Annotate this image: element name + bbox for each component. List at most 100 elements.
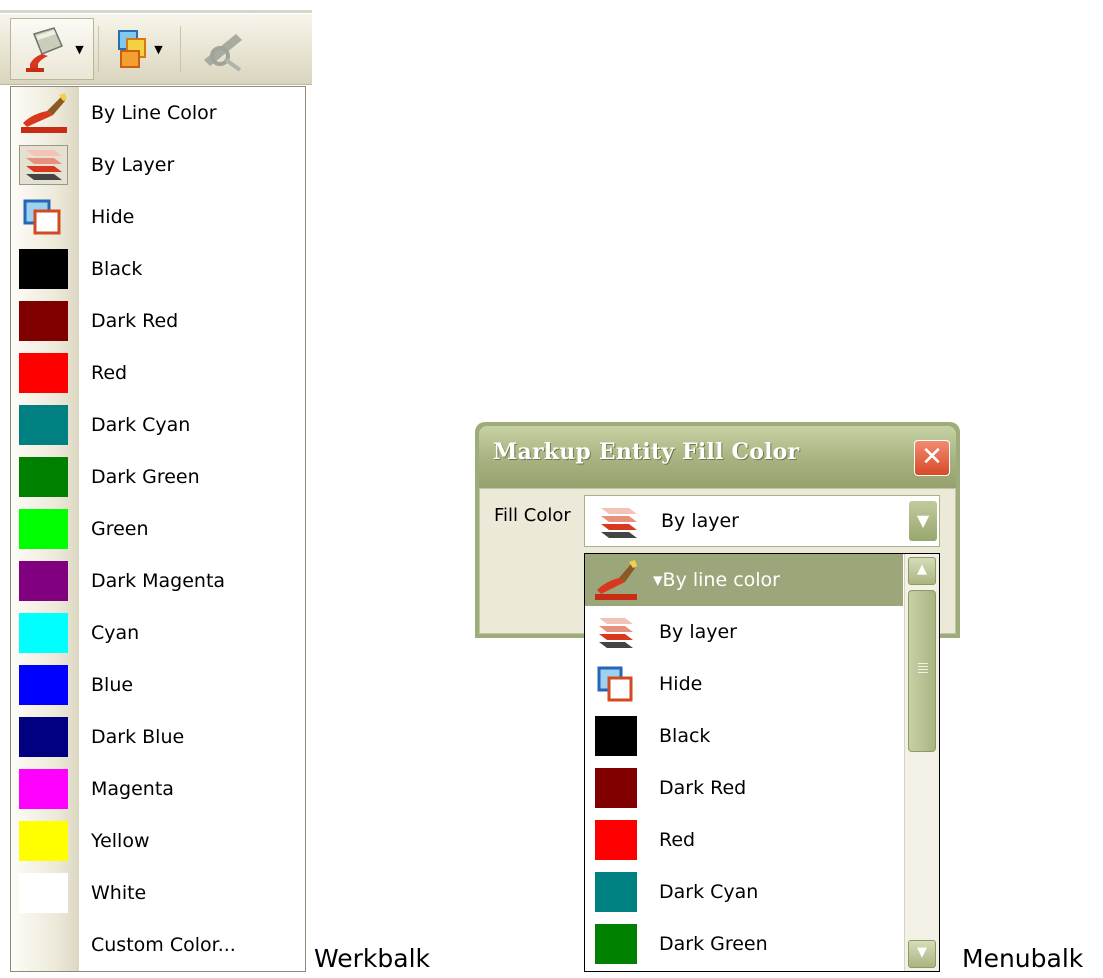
- menu-item-label: Dark Green: [91, 466, 200, 488]
- color-swatch: [19, 509, 68, 549]
- menu-item-label: Blue: [91, 674, 134, 696]
- menu-item-label: By Layer: [91, 154, 175, 176]
- list-item-label: Hide: [659, 673, 703, 695]
- chevron-up-icon: ▲: [917, 562, 927, 577]
- color-swatch: [595, 768, 637, 808]
- dialog-caption: Menubalk: [962, 944, 1084, 973]
- menu-item-blue[interactable]: Blue: [11, 659, 305, 711]
- menu-item-label: White: [91, 882, 147, 904]
- color-swatch: [19, 353, 68, 393]
- menu-item-yellow[interactable]: Yellow: [11, 815, 305, 867]
- combobox-dropdown-button[interactable]: ▼: [909, 501, 937, 541]
- fill-color-menu: By Line Color By Layer Hide Black Dark R…: [10, 86, 306, 972]
- chevron-down-icon: ▼: [154, 42, 163, 56]
- menu-item-label: Dark Cyan: [91, 414, 191, 436]
- color-swatch: [19, 561, 68, 601]
- layers-icon: [599, 618, 633, 648]
- menu-item-dark-red[interactable]: Dark Red: [11, 295, 305, 347]
- color-swatch: [19, 873, 68, 913]
- toolbar-separator: [98, 26, 99, 72]
- color-swatch: [19, 665, 68, 705]
- menu-item-magenta[interactable]: Magenta: [11, 763, 305, 815]
- menu-item-label: Magenta: [91, 778, 174, 800]
- fill-color-squares-icon: [118, 30, 147, 68]
- layers-icon: [19, 145, 68, 185]
- paint-bucket-icon: [26, 27, 64, 72]
- chevron-down-icon: ▼: [75, 42, 84, 56]
- close-icon: ✕: [921, 442, 943, 472]
- color-swatch: [595, 872, 637, 912]
- menu-item-label: By Line Color: [91, 102, 217, 124]
- list-item-label: Dark Red: [659, 777, 747, 799]
- brush-icon: [595, 560, 637, 600]
- menu-item-black[interactable]: Black: [11, 243, 305, 295]
- list-item-label: Red: [659, 829, 696, 851]
- menu-item-label: Dark Blue: [91, 726, 185, 748]
- menu-item-label: Dark Red: [91, 310, 179, 332]
- color-swatch: [19, 249, 68, 289]
- menu-item-label: Custom Color...: [91, 934, 236, 956]
- list-item-dark-red[interactable]: Dark Red: [585, 762, 903, 814]
- menu-item-label: Cyan: [91, 622, 140, 644]
- menu-item-label: Dark Magenta: [91, 570, 226, 592]
- chevron-down-icon: ▼: [916, 511, 930, 530]
- scrollbar-thumb[interactable]: [908, 590, 936, 752]
- toolbar: ▼ ▼: [0, 0, 312, 86]
- vertical-scrollbar[interactable]: ▲ ▼: [904, 554, 939, 971]
- toolbar-divider: [0, 10, 312, 13]
- toolbar-separator: [180, 26, 181, 72]
- menu-item-dark-magenta[interactable]: Dark Magenta: [11, 555, 305, 607]
- menu-item-red[interactable]: Red: [11, 347, 305, 399]
- list-item-by-line-color[interactable]: ▾By line color: [585, 554, 903, 606]
- menu-item-dark-blue[interactable]: Dark Blue: [11, 711, 305, 763]
- chevron-down-icon: ▼: [917, 945, 927, 960]
- color-swatch: [595, 716, 637, 756]
- color-swatch: [595, 924, 637, 964]
- brush-icon: [21, 93, 67, 133]
- menu-item-label: Green: [91, 518, 149, 540]
- fill-color-dropdown-list: ▾By line color By layer Hide Black Dark …: [584, 553, 940, 972]
- menu-item-custom-color[interactable]: Custom Color...: [11, 919, 305, 971]
- fill-bucket-dropdown-button[interactable]: ▼: [10, 18, 94, 80]
- hide-squares-icon: [597, 666, 633, 702]
- scroll-down-button[interactable]: ▼: [908, 940, 936, 968]
- list-item-by-layer[interactable]: By layer: [585, 606, 903, 658]
- menu-item-hide[interactable]: Hide: [11, 191, 305, 243]
- fill-color-label: Fill Color: [494, 505, 571, 526]
- close-button[interactable]: ✕: [914, 440, 950, 476]
- dialog-title: Markup Entity Fill Color: [493, 439, 800, 465]
- line-style-icon: [204, 34, 242, 72]
- menu-item-label: Red: [91, 362, 128, 384]
- list-item-label: Black: [659, 725, 711, 747]
- list-item-label: Dark Green: [659, 933, 768, 955]
- combobox-value: By layer: [661, 510, 739, 532]
- menu-item-white[interactable]: White: [11, 867, 305, 919]
- menu-item-by-line-color[interactable]: By Line Color: [11, 87, 305, 139]
- color-swatch: [19, 613, 68, 653]
- menu-item-label: Black: [91, 258, 143, 280]
- menu-item-label: Hide: [91, 206, 135, 228]
- fill-color-dropdown-button[interactable]: ▼: [104, 18, 174, 80]
- fill-color-combobox[interactable]: By layer ▼: [584, 495, 940, 547]
- grip-icon: [918, 663, 928, 675]
- list-item-red[interactable]: Red: [585, 814, 903, 866]
- list-item-black[interactable]: Black: [585, 710, 903, 762]
- menu-item-dark-green[interactable]: Dark Green: [11, 451, 305, 503]
- list-item-label: Dark Cyan: [659, 881, 759, 903]
- menu-item-green[interactable]: Green: [11, 503, 305, 555]
- menu-item-dark-cyan[interactable]: Dark Cyan: [11, 399, 305, 451]
- color-swatch: [19, 405, 68, 445]
- color-swatch: [19, 457, 68, 497]
- menu-item-cyan[interactable]: Cyan: [11, 607, 305, 659]
- list-item-hide[interactable]: Hide: [585, 658, 903, 710]
- list-item-label: ▾By line color: [653, 569, 780, 591]
- color-swatch: [19, 769, 68, 809]
- scroll-up-button[interactable]: ▲: [908, 557, 936, 585]
- menu-item-by-layer[interactable]: By Layer: [11, 139, 305, 191]
- line-style-button[interactable]: [186, 18, 258, 80]
- list-item-dark-green[interactable]: Dark Green: [585, 918, 903, 970]
- list-item-dark-cyan[interactable]: Dark Cyan: [585, 866, 903, 918]
- dialog-titlebar: Markup Entity Fill Color ✕: [479, 426, 956, 488]
- color-swatch: [19, 301, 68, 341]
- color-swatch: [19, 717, 68, 757]
